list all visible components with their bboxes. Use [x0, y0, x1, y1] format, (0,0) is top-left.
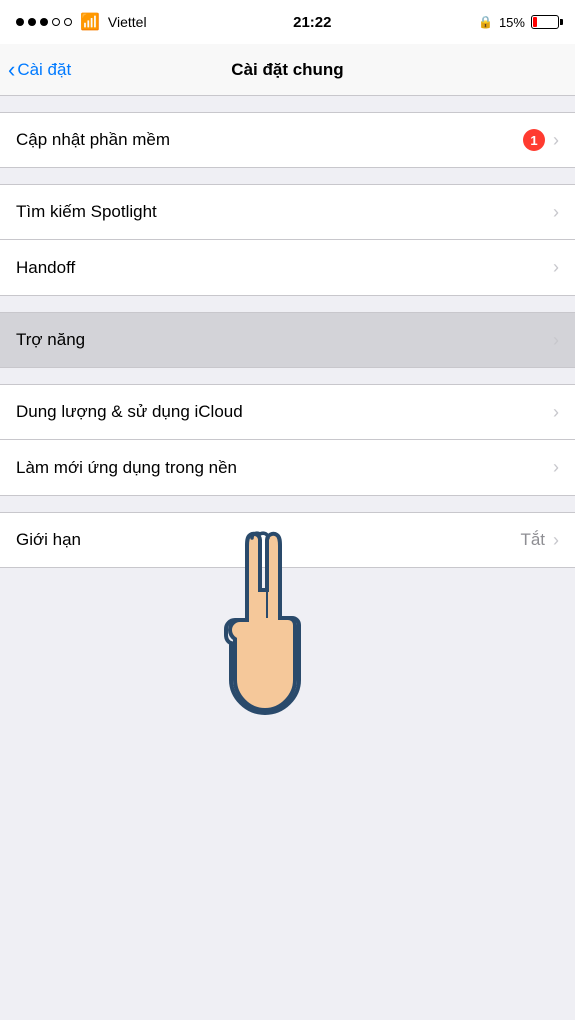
- section-spotlight-handoff: Tìm kiếm Spotlight › Handoff ›: [0, 184, 575, 296]
- chevron-right-icon: ›: [553, 130, 559, 151]
- cap-nhat-label: Cập nhật phần mềm: [16, 130, 170, 150]
- section-gap-4: [0, 496, 575, 512]
- battery-fill: [533, 17, 537, 27]
- section-storage-bg: Dung lượng & sử dụng iCloud › Làm mới ứn…: [0, 384, 575, 496]
- wifi-icon: 📶: [80, 12, 100, 32]
- signal-dot-2: [28, 18, 36, 26]
- section-gap-3: [0, 368, 575, 384]
- cell-lam-moi[interactable]: Làm mới ứng dụng trong nền ›: [0, 440, 575, 496]
- tim-kiem-label: Tìm kiếm Spotlight: [16, 202, 157, 222]
- signal-dot-1: [16, 18, 24, 26]
- gioi-han-label: Giới hạn: [16, 530, 81, 550]
- back-button[interactable]: ‹ Cài đặt: [8, 57, 71, 83]
- chevron-right-icon: ›: [553, 257, 559, 278]
- battery-icon: [531, 15, 559, 29]
- status-time: 21:22: [293, 14, 331, 31]
- gioi-han-value: Tắt: [520, 530, 545, 550]
- status-bar: 📶 Viettel 21:22 🔒 15%: [0, 0, 575, 44]
- chevron-right-icon: ›: [553, 402, 559, 423]
- status-bar-left: 📶 Viettel: [16, 12, 147, 32]
- lam-moi-label: Làm mới ứng dụng trong nền: [16, 458, 237, 478]
- nav-bar: ‹ Cài đặt Cài đặt chung: [0, 44, 575, 96]
- carrier-label: Viettel: [108, 14, 147, 30]
- lock-icon: 🔒: [478, 15, 493, 29]
- page-title: Cài đặt chung: [231, 60, 343, 80]
- cell-dung-luong[interactable]: Dung lượng & sử dụng iCloud ›: [0, 384, 575, 440]
- section-restrictions: Giới hạn Tắt ›: [0, 512, 575, 568]
- cell-tro-nang[interactable]: Trợ năng ›: [0, 312, 575, 368]
- signal-dot-5: [64, 18, 72, 26]
- section-updates: Cập nhật phần mềm 1 ›: [0, 112, 575, 168]
- cell-gioi-han[interactable]: Giới hạn Tắt ›: [0, 512, 575, 568]
- section-accessibility: Trợ năng ›: [0, 312, 575, 368]
- handoff-label: Handoff: [16, 258, 75, 278]
- dung-luong-label: Dung lượng & sử dụng iCloud: [16, 402, 243, 422]
- signal-dot-3: [40, 18, 48, 26]
- section-gap-1: [0, 168, 575, 184]
- cell-cap-nhat[interactable]: Cập nhật phần mềm 1 ›: [0, 112, 575, 168]
- cell-handoff[interactable]: Handoff ›: [0, 240, 575, 296]
- chevron-right-icon: ›: [553, 457, 559, 478]
- chevron-right-icon: ›: [553, 202, 559, 223]
- status-bar-right: 🔒 15%: [478, 15, 559, 30]
- section-gap-2: [0, 296, 575, 312]
- cell-tim-kiem[interactable]: Tìm kiếm Spotlight ›: [0, 184, 575, 240]
- tro-nang-label: Trợ năng: [16, 330, 85, 350]
- battery-percent: 15%: [499, 15, 525, 30]
- chevron-right-icon: ›: [553, 330, 559, 351]
- back-label: Cài đặt: [17, 60, 71, 80]
- chevron-left-icon: ‹: [8, 57, 15, 83]
- signal-dot-4: [52, 18, 60, 26]
- update-badge: 1: [523, 129, 545, 151]
- chevron-right-icon: ›: [553, 530, 559, 551]
